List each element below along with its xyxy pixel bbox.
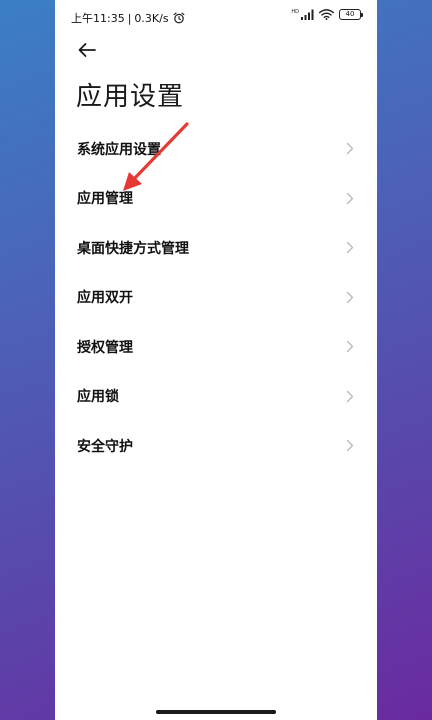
phone-screen: 上午11:35 | 0.3K/s HD 40 应用设置 系统应用设置 应用管理 …	[55, 0, 377, 720]
back-arrow-icon	[78, 43, 96, 57]
battery-icon: 40	[339, 9, 363, 20]
signal-hd-label: HD	[291, 9, 299, 15]
settings-item-dual-apps[interactable]: 应用双开	[55, 273, 377, 323]
wifi-icon	[319, 9, 334, 20]
chevron-right-icon	[345, 290, 355, 304]
chevron-right-icon	[345, 191, 355, 205]
chevron-right-icon	[345, 439, 355, 453]
settings-item-label: 应用双开	[77, 290, 133, 307]
chevron-right-icon	[345, 340, 355, 354]
chevron-right-icon	[345, 142, 355, 156]
settings-item-app-management[interactable]: 应用管理	[55, 174, 377, 224]
status-separator: |	[127, 11, 132, 25]
settings-item-app-lock[interactable]: 应用锁	[55, 372, 377, 422]
status-network-speed: 0.3K/s	[134, 11, 169, 25]
settings-item-label: 授权管理	[77, 339, 133, 356]
back-button[interactable]	[75, 38, 99, 62]
settings-item-label: 应用管理	[77, 191, 133, 208]
status-time: 上午11:35	[71, 12, 125, 25]
chevron-right-icon	[345, 241, 355, 255]
status-left: 上午11:35 | 0.3K/s	[71, 10, 185, 26]
page-title: 应用设置	[76, 82, 185, 112]
home-indicator[interactable]	[156, 710, 276, 714]
settings-item-label: 应用锁	[77, 389, 119, 406]
signal-icon: HD	[291, 9, 314, 20]
settings-item-label: 安全守护	[77, 438, 133, 455]
status-right: HD 40	[291, 9, 363, 20]
alarm-icon	[173, 12, 185, 24]
status-bar: 上午11:35 | 0.3K/s HD 40	[55, 0, 377, 34]
settings-item-security-guard[interactable]: 安全守护	[55, 421, 377, 471]
settings-item-desktop-shortcut-management[interactable]: 桌面快捷方式管理	[55, 223, 377, 273]
settings-list: 系统应用设置 应用管理 桌面快捷方式管理 应用双开 授权管理 应用锁 安全守护	[55, 124, 377, 471]
settings-item-label: 系统应用设置	[77, 141, 161, 158]
settings-item-label: 桌面快捷方式管理	[77, 240, 189, 257]
settings-item-permission-management[interactable]: 授权管理	[55, 322, 377, 372]
chevron-right-icon	[345, 389, 355, 403]
settings-item-system-app-settings[interactable]: 系统应用设置	[55, 124, 377, 174]
battery-level: 40	[345, 10, 355, 18]
